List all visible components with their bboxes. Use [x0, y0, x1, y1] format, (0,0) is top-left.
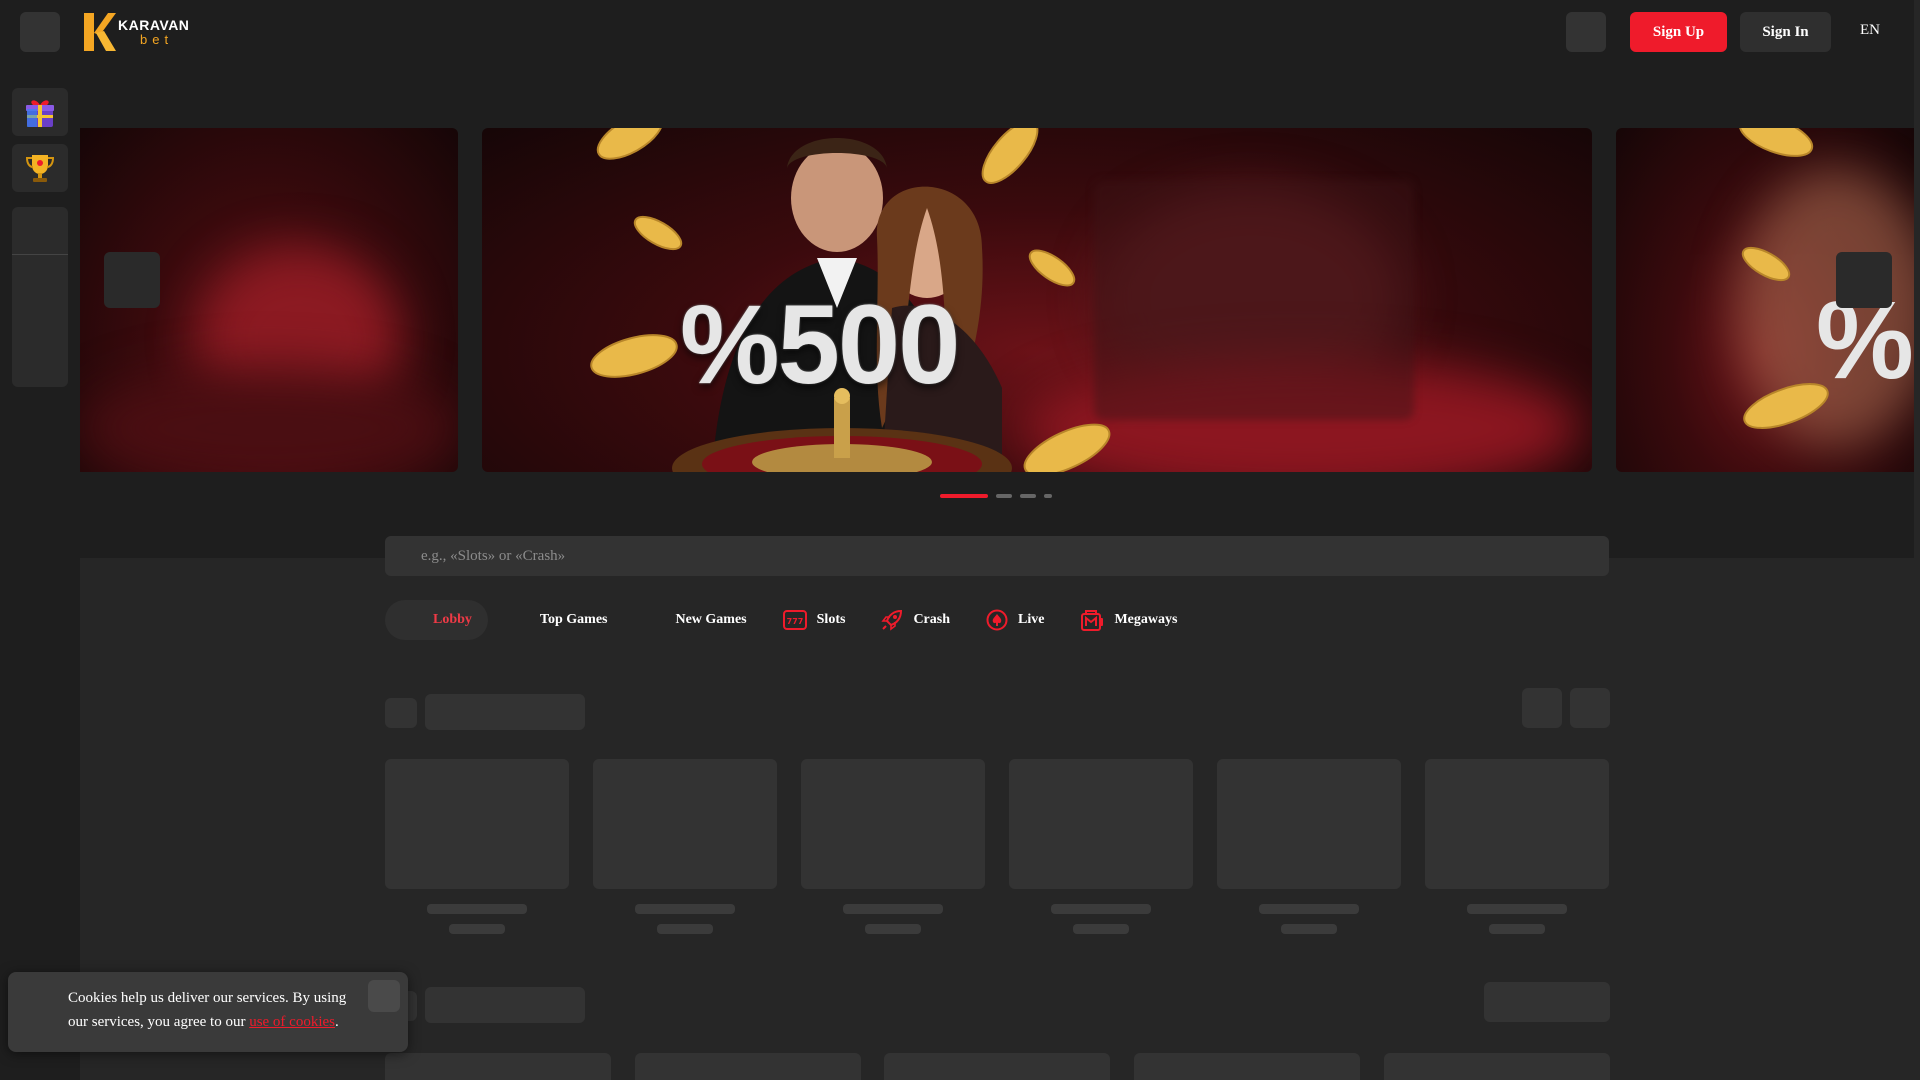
- megaways-icon: [1081, 610, 1104, 631]
- category-tabs: Lobby Top Games New Games 777 Slots Cras…: [385, 600, 1213, 640]
- cookie-close-button[interactable]: [368, 980, 400, 1012]
- banner-text-panel: [1094, 180, 1414, 420]
- game-card-placeholder[interactable]: [593, 759, 777, 889]
- banner-dot-3[interactable]: [1020, 494, 1036, 498]
- logo-k-icon: [84, 13, 116, 51]
- game-provider-placeholder: [657, 924, 713, 934]
- tab-new-games[interactable]: New Games: [675, 600, 746, 640]
- cookie-period: .: [335, 1014, 339, 1030]
- tab-slots-label: Slots: [816, 612, 846, 627]
- game-provider-placeholder: [1073, 924, 1129, 934]
- tab-slots[interactable]: 777 Slots: [782, 600, 846, 640]
- section-1-next-button[interactable]: [1570, 688, 1610, 728]
- game-card-placeholder[interactable]: [385, 759, 569, 889]
- game-title-placeholder: [1051, 904, 1151, 914]
- cookie-policy-link[interactable]: use of cookies: [249, 1014, 335, 1030]
- game-title-placeholder: [843, 904, 943, 914]
- game-search-input[interactable]: [385, 536, 1609, 576]
- section-2-title-placeholder: [425, 987, 585, 1023]
- sign-in-button[interactable]: Sign In: [1740, 12, 1831, 52]
- tab-top-games[interactable]: Top Games: [540, 600, 608, 640]
- tab-live-label: Live: [1018, 612, 1045, 627]
- tab-crash-label: Crash: [913, 612, 950, 627]
- game-provider-placeholder: [1489, 924, 1545, 934]
- section-1-icon-placeholder: [385, 698, 417, 728]
- banner-artwork: [590, 128, 1111, 472]
- gift-box-icon: [26, 100, 54, 127]
- logo-sub: bet: [140, 32, 174, 47]
- rail-item-tournaments[interactable]: [12, 144, 68, 192]
- game-provider-placeholder: [449, 924, 505, 934]
- banner-headline: %500: [680, 282, 960, 407]
- banner-prev-arrow[interactable]: [104, 252, 160, 308]
- banner-dot-1[interactable]: [940, 494, 988, 498]
- tab-new-games-label: New Games: [675, 612, 747, 627]
- section-2-view-all-button[interactable]: [1484, 982, 1610, 1022]
- game-title-placeholder: [1467, 904, 1567, 914]
- banner-dot-4[interactable]: [1044, 494, 1052, 498]
- game-title-placeholder: [427, 904, 527, 914]
- rocket-icon: [881, 609, 903, 631]
- tab-lobby-label: Lobby: [433, 612, 472, 627]
- karavanbet-logo[interactable]: KARAVAN bet: [82, 10, 189, 54]
- sign-up-button[interactable]: Sign Up: [1630, 12, 1727, 52]
- game-card-placeholder[interactable]: [1425, 759, 1609, 889]
- game-card-placeholder[interactable]: [1217, 759, 1401, 889]
- game-card-placeholder[interactable]: [801, 759, 985, 889]
- game-card-placeholder[interactable]: [884, 1053, 1110, 1080]
- game-provider-placeholder: [1281, 924, 1337, 934]
- tab-crash[interactable]: Crash: [881, 600, 950, 640]
- tab-live[interactable]: Live: [986, 600, 1044, 640]
- game-card-placeholder[interactable]: [385, 1053, 611, 1080]
- rail-menu-placeholder: [12, 207, 68, 387]
- banner-next-arrow[interactable]: [1836, 252, 1892, 308]
- rail-item-gift[interactable]: [12, 88, 68, 136]
- game-card-placeholder[interactable]: [635, 1053, 861, 1080]
- live-poker-chip-icon: [986, 609, 1008, 631]
- slots-777-icon: 777: [782, 610, 807, 630]
- cookie-notice-text: Cookies help us deliver our services. By…: [68, 986, 368, 1034]
- banner-pagination: [940, 494, 1052, 498]
- banner-dot-2[interactable]: [996, 494, 1012, 498]
- game-title-placeholder: [1259, 904, 1359, 914]
- banner-slide-current[interactable]: %500: [482, 128, 1592, 472]
- tab-megaways-label: Megaways: [1114, 612, 1178, 627]
- game-card-placeholder[interactable]: [1384, 1053, 1610, 1080]
- game-provider-placeholder: [865, 924, 921, 934]
- cookie-notice: Cookies help us deliver our services. By…: [8, 972, 408, 1052]
- logo-word: KARAVAN: [118, 17, 190, 33]
- language-selector[interactable]: EN: [1860, 22, 1880, 39]
- game-card-placeholder[interactable]: [1134, 1053, 1360, 1080]
- header-icon-button[interactable]: [1566, 12, 1606, 52]
- trophy-icon: [25, 155, 55, 182]
- game-card-placeholder[interactable]: [1009, 759, 1193, 889]
- tab-lobby[interactable]: Lobby: [385, 600, 488, 640]
- section-1-title-placeholder: [425, 694, 585, 730]
- left-rail: [0, 64, 80, 1080]
- svg-text:777: 777: [786, 617, 803, 626]
- top-header: KARAVAN bet Sign Up Sign In EN: [0, 0, 1914, 64]
- game-title-placeholder: [635, 904, 735, 914]
- tab-megaways[interactable]: Megaways: [1080, 600, 1177, 640]
- tab-top-games-label: Top Games: [539, 612, 608, 627]
- section-1-prev-button[interactable]: [1522, 688, 1562, 728]
- rail-divider: [12, 254, 68, 255]
- menu-toggle-button[interactable]: [20, 12, 60, 52]
